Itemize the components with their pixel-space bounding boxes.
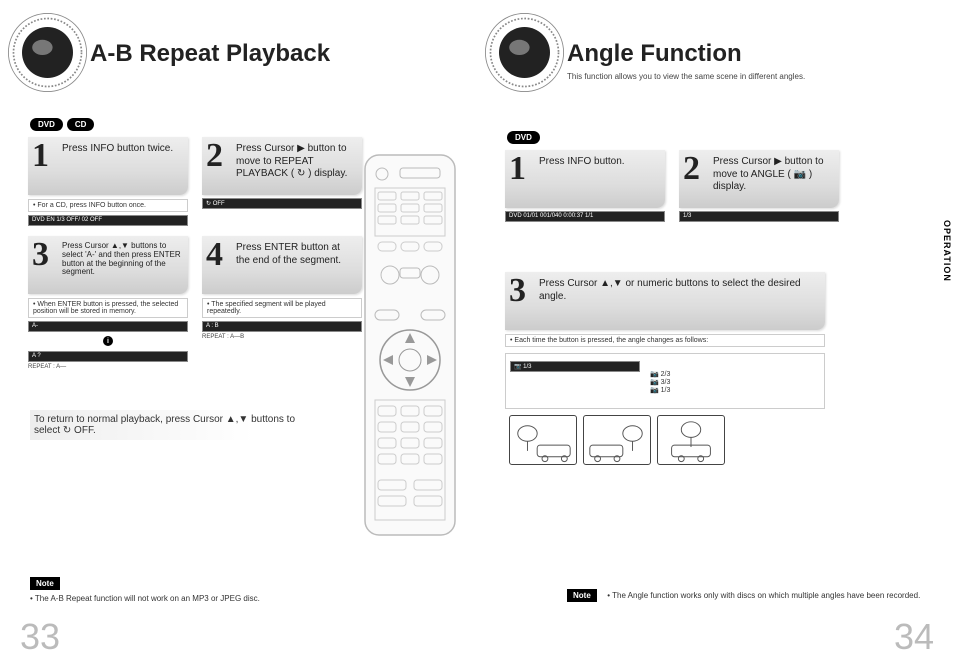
step-note: • The specified segment will be played r…	[202, 298, 362, 318]
left-page: A-B Repeat Playback DVD CD 1 Press INFO …	[0, 0, 477, 663]
step-1: 1 Press INFO button. DVD 01/01 001/040 0…	[505, 150, 665, 222]
osd-display: 📷 1/3	[510, 361, 640, 372]
osd-display: DVD EN 1/3 OFF/ 02 OFF	[28, 215, 188, 226]
badge-dvd: DVD	[30, 118, 63, 131]
step-text: Press Cursor ▶ button to move to REPEAT …	[236, 141, 356, 181]
note-label: Note	[30, 577, 60, 590]
section-tab: OPERATION	[942, 220, 952, 282]
step-2: 2 Press Cursor ▶ button to move to ANGLE…	[679, 150, 839, 222]
page-subtitle: This function allows you to view the sam…	[567, 72, 934, 81]
angle-views	[509, 415, 825, 465]
osd-display: A : B	[202, 321, 362, 332]
badge-dvd: DVD	[507, 131, 540, 144]
disc-badges: DVD CD	[30, 118, 457, 131]
step-text: Press Cursor ▲,▼ buttons to select 'A-' …	[62, 240, 182, 277]
step-text: Press INFO button twice.	[62, 141, 173, 156]
note-text: • The Angle function works only with dis…	[607, 591, 920, 600]
angle-view-1	[509, 415, 577, 465]
note-text: • The A-B Repeat function will not work …	[30, 594, 260, 603]
step-3: 3 Press Cursor ▲,▼ or numeric buttons to…	[505, 272, 825, 465]
angle-cycle-diagram: 📷 1/3 📷 2/3 📷 3/3 📷 1/3	[505, 353, 825, 409]
step-1: 1 Press INFO button twice. • For a CD, p…	[28, 137, 188, 226]
osd-display: 1/3	[679, 211, 839, 222]
osd-display: DVD 01/01 001/040 0:00:37 1/1	[505, 211, 665, 222]
step-number: 4	[206, 240, 232, 271]
step-4: 4 Press ENTER button at the end of the s…	[202, 236, 362, 370]
step-number: 1	[509, 154, 535, 185]
step-3: 3 Press Cursor ▲,▼ buttons to select 'A-…	[28, 236, 188, 370]
page-title: A-B Repeat Playback	[90, 40, 457, 68]
step-number: 3	[509, 276, 535, 307]
step-note: • Each time the button is pressed, the a…	[505, 334, 825, 347]
step-text: Press Cursor ▶ button to move to ANGLE (…	[713, 154, 833, 194]
osd-display: ↻ OFF	[202, 198, 362, 209]
step-text: Press INFO button.	[539, 154, 625, 169]
step-note: • When ENTER button is pressed, the sele…	[28, 298, 188, 318]
caption: REPEAT : A—B	[202, 334, 362, 340]
page-title: Angle Function	[567, 40, 934, 68]
speaker-icon	[5, 10, 90, 95]
step-number: 2	[206, 141, 232, 172]
step-number: 1	[32, 141, 58, 172]
note-label: Note	[567, 589, 597, 602]
osd-display: A ?	[28, 351, 188, 362]
note-block: Note • The A-B Repeat function will not …	[30, 573, 260, 603]
osd-display: A-	[28, 321, 188, 332]
step-number: 3	[32, 240, 58, 271]
step-number: 2	[683, 154, 709, 185]
step-text: Press Cursor ▲,▼ or numeric buttons to s…	[539, 276, 819, 303]
right-page: Angle Function This function allows you …	[477, 0, 954, 663]
step-note: • For a CD, press INFO button once.	[28, 199, 188, 212]
disc-badges: DVD	[507, 131, 934, 144]
step-text: Press ENTER button at the end of the seg…	[236, 240, 356, 267]
remote-control-illustration	[360, 150, 460, 540]
badge-cd: CD	[67, 118, 95, 131]
info-icon: i	[103, 336, 113, 346]
note-block: Note • The Angle function works only wit…	[567, 585, 920, 603]
footer-instruction: To return to normal playback, press Curs…	[30, 410, 310, 440]
speaker-icon	[482, 10, 567, 95]
caption: REPEAT : A—	[28, 364, 188, 370]
page-number: 33	[20, 616, 60, 658]
step-2: 2 Press Cursor ▶ button to move to REPEA…	[202, 137, 362, 226]
angle-view-2	[583, 415, 651, 465]
angle-view-3	[657, 415, 725, 465]
page-number: 34	[894, 616, 934, 658]
